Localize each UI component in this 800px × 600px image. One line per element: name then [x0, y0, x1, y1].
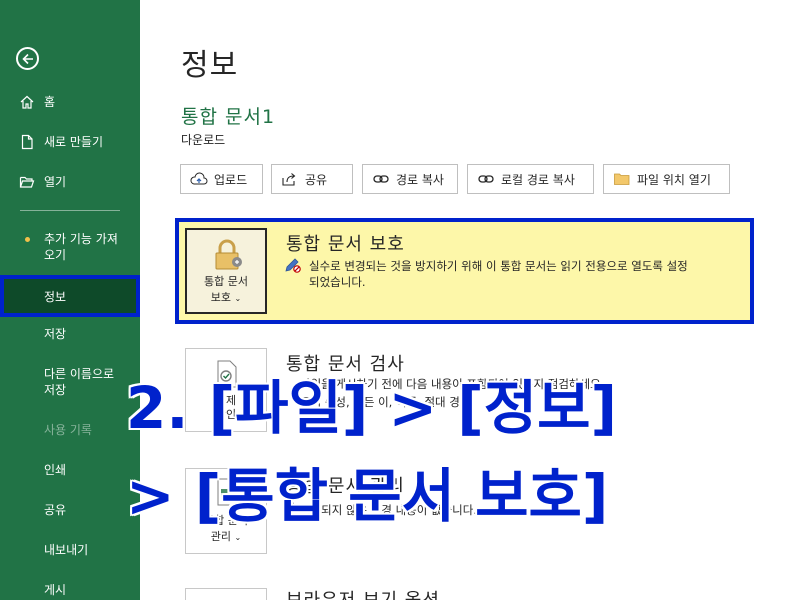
back-arrow-icon	[22, 53, 33, 65]
page-title: 정보	[181, 48, 239, 83]
share-icon	[282, 173, 296, 186]
sidebar-item-label: 다른 이름으로	[44, 367, 115, 381]
document-title: 통합 문서1	[181, 106, 276, 128]
tutorial-overlay-step: > [통합 문서 보호]	[126, 462, 609, 530]
inspect-workbook-title: 통합 문서 검사	[286, 354, 405, 375]
browser-view-options-title: 브라우저 보기 옵션	[286, 586, 440, 600]
open-file-location-button-label: 파일 위치 열기	[637, 172, 711, 187]
chevron-down-icon: ⌄	[234, 294, 242, 303]
browser-view-options-button[interactable]	[185, 588, 267, 600]
sidebar-item-label: 정보	[44, 290, 67, 304]
sidebar-item-info[interactable]: 정보	[0, 275, 140, 317]
sidebar-item-label: 저장	[44, 383, 67, 397]
home-icon	[20, 95, 34, 109]
share-button-label: 공유	[305, 172, 328, 187]
new-file-icon	[21, 134, 33, 150]
sidebar-item-label: 내보내기	[44, 543, 89, 557]
protect-workbook-button-label: 통합 문서	[204, 275, 248, 288]
sidebar-divider	[20, 210, 120, 211]
back-button[interactable]	[16, 47, 39, 70]
sidebar-item-label: 인쇄	[44, 463, 67, 477]
copy-local-path-button-label: 로컬 경로 복사	[501, 172, 575, 187]
copy-path-button[interactable]: 경로 복사	[362, 164, 458, 194]
folder-icon	[614, 173, 630, 185]
sidebar-item-label: 새로 만들기	[44, 135, 104, 149]
tutorial-overlay-step: 2. [파일] > [정보]	[126, 374, 618, 442]
sidebar-item-label: 홈	[44, 95, 56, 109]
protect-workbook-description: 되었습니다.	[309, 275, 366, 289]
upload-button-label: 업로드	[214, 172, 248, 187]
document-location: 다운로드	[181, 133, 226, 147]
link-icon	[478, 175, 494, 183]
copy-local-path-button[interactable]: 로컬 경로 복사	[467, 164, 594, 194]
sidebar-item-label: 추가 기능 가져	[44, 232, 118, 246]
link-icon	[373, 175, 389, 183]
chevron-down-icon: ⌄	[234, 533, 242, 542]
sidebar-item-label: 사용 기록	[44, 423, 92, 437]
sidebar-item-label: 저장	[44, 327, 67, 341]
protect-workbook-title: 통합 문서 보호	[286, 234, 405, 255]
backstage-sidebar: 홈 새로 만들기 열기 추가 기능 가져 오기 정보 저장 다른 이름으로 저장…	[0, 0, 140, 600]
protect-workbook-description: 실수로 변경되는 것을 방지하기 위해 이 통합 문서는 읽기 전용으로 열도록…	[309, 259, 688, 273]
sidebar-item-get-addins[interactable]: 추가 기능 가져 오기	[0, 231, 140, 265]
open-file-location-button[interactable]: 파일 위치 열기	[603, 164, 730, 194]
sidebar-item-label: 게시	[44, 583, 67, 597]
lock-icon	[215, 239, 242, 270]
upload-button[interactable]: 업로드	[180, 164, 263, 194]
sidebar-item-save-as[interactable]: 다른 이름으로 저장	[0, 366, 140, 400]
open-folder-icon	[19, 176, 35, 188]
manage-workbook-button-label: 관리 ⌄	[210, 530, 242, 543]
edit-restricted-icon	[285, 258, 301, 273]
protect-workbook-button-label: 보호 ⌄	[210, 291, 242, 304]
protect-workbook-button[interactable]: 통합 문서 보호 ⌄	[185, 228, 267, 314]
copy-path-button-label: 경로 복사	[396, 172, 444, 187]
upload-icon	[190, 172, 208, 185]
sidebar-item-label: 공유	[44, 503, 67, 517]
sidebar-item-label: 열기	[44, 175, 67, 189]
sidebar-item-label: 오기	[44, 248, 67, 262]
share-button[interactable]: 공유	[271, 164, 353, 194]
new-indicator-dot	[25, 237, 30, 242]
